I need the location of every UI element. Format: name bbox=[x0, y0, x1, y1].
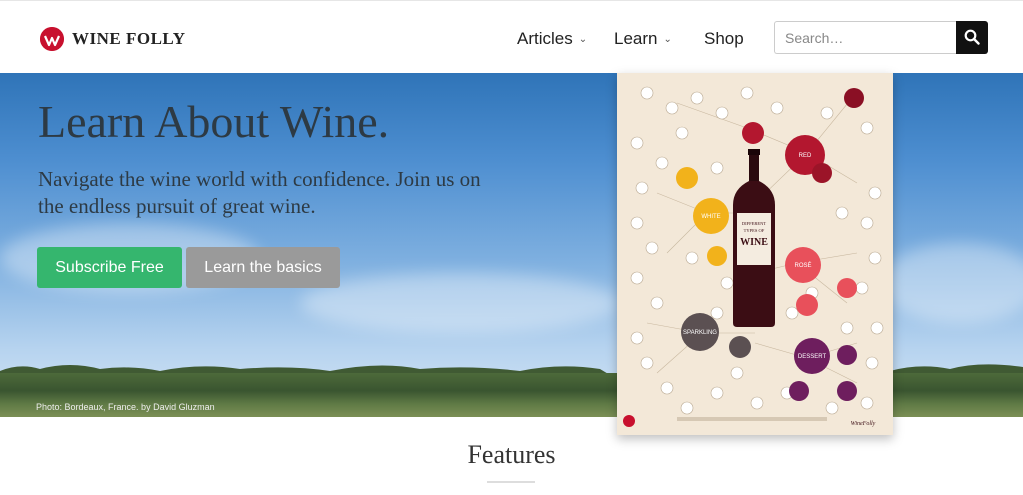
photo-credit: Photo: Bordeaux, France. by David Gluzma… bbox=[36, 402, 215, 412]
nav-learn-label: Learn bbox=[614, 29, 658, 48]
node-rose-label: ROSÉ bbox=[794, 262, 811, 269]
wine-folly-logo-icon bbox=[40, 27, 64, 51]
wine-bottle-icon: DIFFERENT TYPES OF WINE bbox=[733, 149, 775, 327]
features-divider bbox=[487, 481, 535, 483]
hero-title: Learn About Wine. bbox=[38, 96, 390, 147]
hero-subtitle: Navigate the wine world with confidence.… bbox=[38, 167, 481, 218]
search-button[interactable] bbox=[956, 21, 988, 54]
chevron-down-icon: ⌄ bbox=[578, 34, 588, 45]
chevron-down-icon: ⌄ bbox=[663, 34, 672, 45]
nav-articles[interactable]: Articles ⌄ bbox=[517, 29, 587, 49]
site-header: WINE FOLLY Articles ⌄ Learn ⌄ Shop bbox=[0, 0, 1023, 73]
poster-graphic: RED WHITE ROSÉ SPARKLING DESSERT DIFFERE… bbox=[623, 86, 884, 427]
poster-signature: WineFolly bbox=[851, 421, 876, 427]
nav-learn[interactable]: Learn ⌄ bbox=[614, 29, 672, 49]
node-dessert-label: DESSERT bbox=[798, 354, 827, 360]
learn-basics-button[interactable]: Learn the basics bbox=[186, 247, 340, 288]
brand-logo[interactable]: WINE FOLLY bbox=[40, 27, 185, 51]
sky-cloud bbox=[880, 243, 1023, 323]
sky-cloud bbox=[300, 273, 620, 333]
bottle-label-line2: TYPES OF bbox=[744, 228, 765, 233]
nav-articles-label: Articles bbox=[517, 29, 573, 48]
search-input[interactable] bbox=[774, 21, 957, 54]
node-red-label: RED bbox=[799, 153, 812, 159]
node-sparkling-label: SPARKLING bbox=[683, 330, 717, 336]
features-heading: Features bbox=[467, 440, 556, 469]
search-icon bbox=[964, 29, 980, 45]
bottle-label-line1: DIFFERENT bbox=[742, 221, 767, 226]
subscribe-button[interactable]: Subscribe Free bbox=[37, 247, 182, 288]
nav-shop-label: Shop bbox=[704, 29, 744, 48]
wine-types-poster[interactable]: RED WHITE ROSÉ SPARKLING DESSERT DIFFERE… bbox=[617, 73, 893, 435]
node-white-label: WHITE bbox=[701, 214, 720, 220]
bottle-label-line3: WINE bbox=[740, 237, 768, 248]
poster-logo-icon bbox=[623, 415, 635, 427]
nav-shop[interactable]: Shop bbox=[704, 29, 744, 49]
brand-name: WINE FOLLY bbox=[72, 29, 186, 48]
